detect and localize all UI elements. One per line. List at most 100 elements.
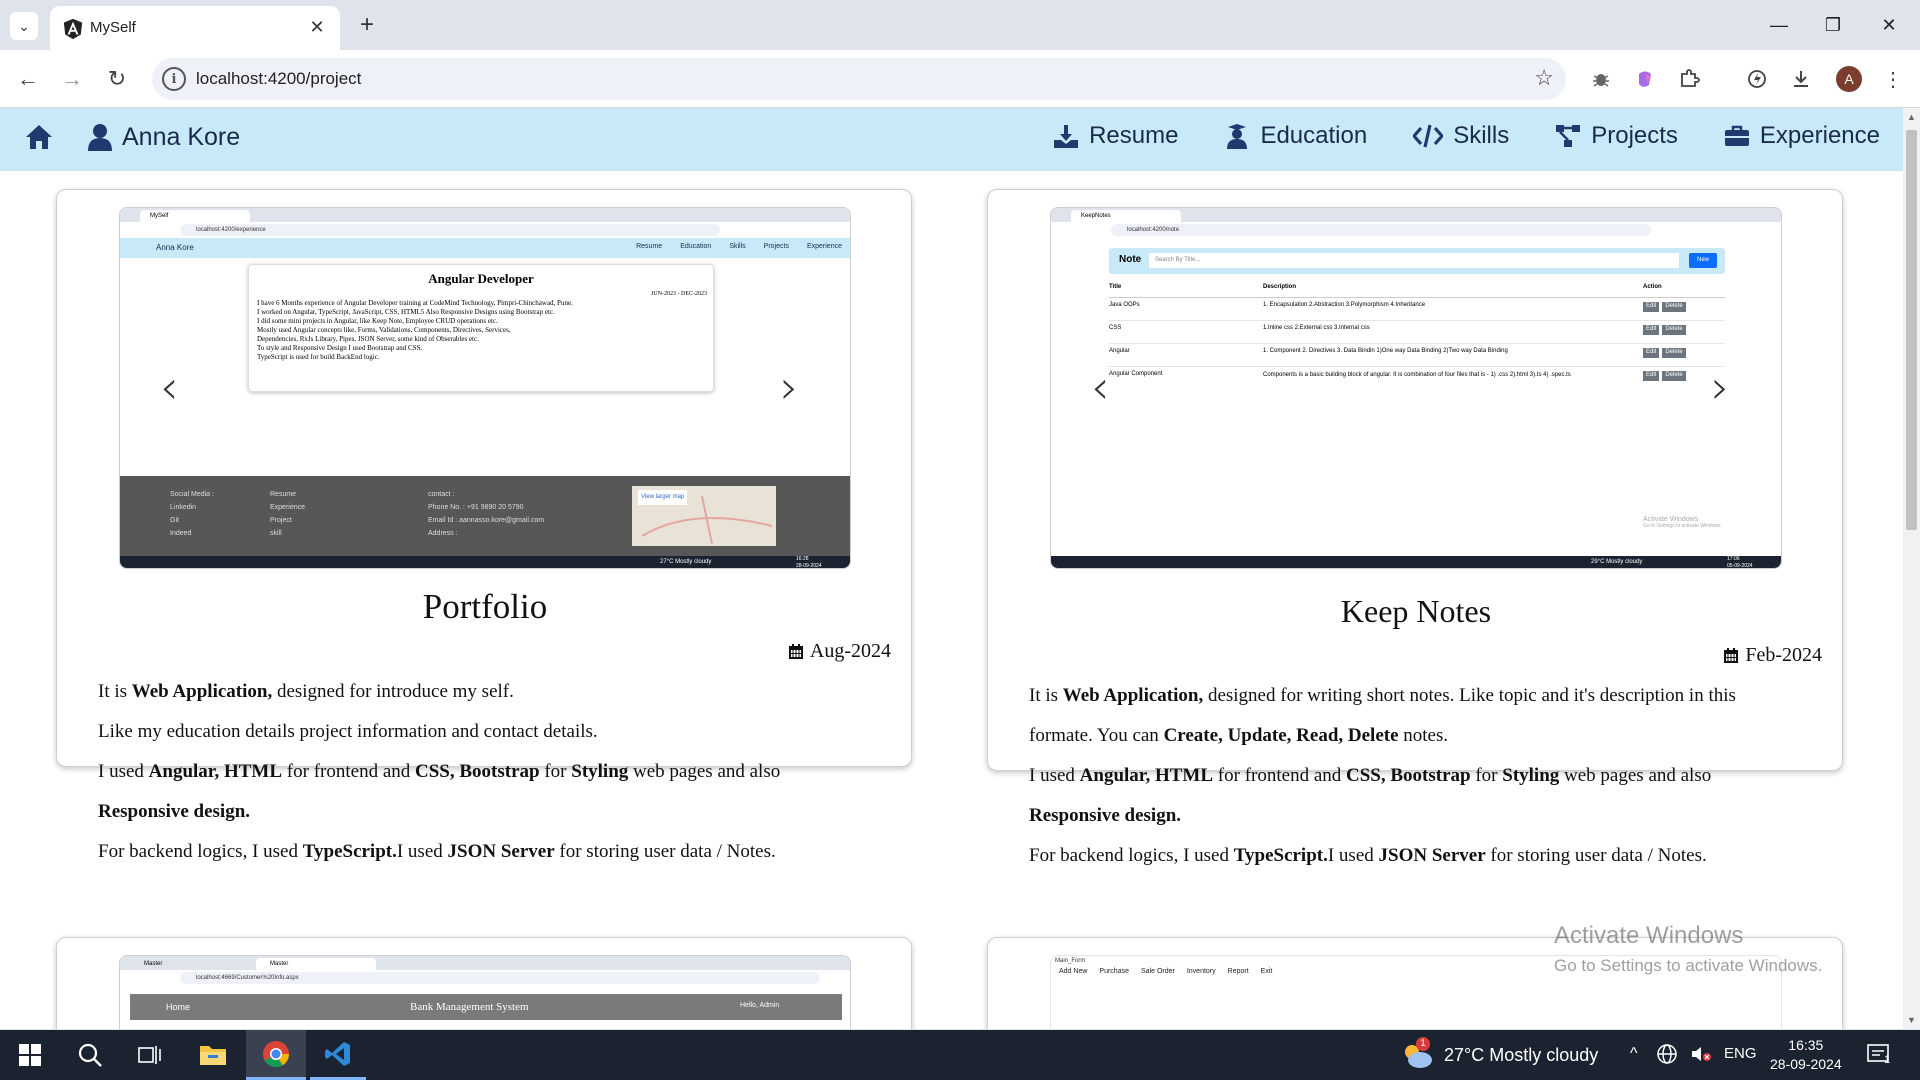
mini-url: localhost:4669/Customer%20Info.aspx: [180, 972, 820, 984]
mini-table-row: CSS 1.Inline css 2.External css 3.Intern…: [1109, 321, 1725, 344]
project-title: Keep Notes: [1340, 593, 1492, 629]
diagram-project-icon: [1556, 125, 1581, 147]
description-line: For backend logics, I used TypeScript.I …: [98, 841, 776, 862]
volume-muted-icon[interactable]: [1690, 1044, 1712, 1069]
close-window-button[interactable]: ✕: [1866, 8, 1912, 42]
clock-date: 28-09-2024: [1770, 1056, 1842, 1072]
mini-addressbar: localhost:4200/note: [1051, 222, 1781, 238]
scroll-down-arrow-icon[interactable]: ▼: [1907, 1015, 1916, 1025]
mini-search-input: Search By Title...: [1149, 253, 1679, 268]
mini-panel-title: Angular Developer: [428, 271, 534, 286]
chrome-menu-icon[interactable]: ⋮: [1880, 66, 1906, 92]
profile-avatar[interactable]: A: [1836, 66, 1862, 92]
url-text[interactable]: localhost:4200/project: [196, 69, 361, 89]
forward-button[interactable]: →: [57, 64, 87, 94]
extension-bug-icon[interactable]: [1588, 66, 1614, 92]
search-icon: [78, 1043, 102, 1067]
language-indicator[interactable]: ENG: [1724, 1045, 1757, 1062]
mini-footer-col: Resume Experience Project skill: [270, 488, 305, 540]
nav-link-skills[interactable]: Skills: [1413, 122, 1509, 150]
mini-site-nav: Anna Kore Resume Education Skills Projec…: [120, 238, 850, 258]
description-line: It is Web Application, designed for writ…: [1029, 685, 1736, 706]
mini-footer-col: contact : Phone No. : +91 9890 20 5790 E…: [428, 488, 544, 540]
vscode-taskbar-button[interactable]: [310, 1030, 366, 1080]
mini-footer: Social Media : Linkedin Git Indeed Resum…: [120, 476, 850, 556]
project-date: Aug-2024: [788, 640, 891, 663]
mini-td: Angular Component: [1109, 371, 1163, 377]
start-button[interactable]: [10, 1030, 50, 1080]
system-clock[interactable]: 16:35 28-09-2024: [1770, 1036, 1842, 1074]
mini-footer-item: Project: [270, 517, 292, 524]
task-view-icon: [138, 1046, 161, 1064]
nav-link-projects[interactable]: Projects: [1555, 122, 1678, 150]
project-screenshot-carousel: Master Master localhost:4669/Customer%20…: [119, 955, 851, 1029]
mini-menu-item: Report: [1227, 968, 1249, 975]
angular-favicon-icon: [63, 18, 83, 40]
carousel-next-button[interactable]: ›: [1711, 360, 1729, 414]
carousel-prev-button[interactable]: ‹: [1091, 360, 1109, 414]
minimize-button[interactable]: —: [1756, 8, 1802, 42]
mini-tab: Master: [144, 961, 163, 967]
search-button[interactable]: [70, 1030, 110, 1080]
mini-td: 1. Encapsulation 2.Abstraction 3.Polymor…: [1263, 302, 1426, 308]
folder-icon: [200, 1046, 226, 1065]
nav-link-resume[interactable]: Resume: [1053, 122, 1178, 150]
mini-footer-item: Address :: [428, 530, 458, 537]
address-bar[interactable]: i localhost:4200/project ☆: [152, 58, 1566, 100]
mini-notes-header: Note Search By Title... New: [1109, 248, 1725, 274]
downloads-icon[interactable]: [1788, 66, 1814, 92]
bookmark-star-icon[interactable]: ☆: [1534, 65, 1554, 91]
project-card-keep-notes: KeepNotes localhost:4200/note Note Searc…: [987, 189, 1843, 866]
tab-close-icon[interactable]: ✕: [304, 14, 330, 40]
mini-menu-item: Sale Order: [1140, 968, 1175, 975]
mini-menu-item: Inventory: [1186, 968, 1216, 975]
description-line: Responsive design.: [1029, 805, 1182, 826]
mini-panel-text: I have 6 Months experience of Angular De…: [249, 297, 713, 364]
mini-delete-btn: Delete: [1662, 325, 1686, 335]
network-globe-icon[interactable]: [1656, 1043, 1678, 1070]
mini-table-header: Title Description Action: [1109, 284, 1725, 298]
extensions-puzzle-icon[interactable]: [1676, 66, 1702, 92]
browser-tab-active[interactable]: MySelf ✕: [50, 6, 340, 50]
scroll-up-arrow-icon[interactable]: ▲: [1907, 112, 1916, 122]
brand-user-link[interactable]: Anna Kore: [88, 123, 240, 152]
watermark-line: Go to Settings to activate Windows.: [1554, 956, 1823, 975]
site-info-icon[interactable]: i: [162, 67, 186, 91]
task-view-button[interactable]: [130, 1030, 170, 1080]
mini-tabbar: KeepNotes: [1051, 208, 1781, 222]
show-hidden-icons-chevron-icon[interactable]: ^: [1630, 1045, 1638, 1063]
carousel-prev-button[interactable]: ‹: [160, 360, 178, 414]
mini-panel-line: To style and Responsive Design I used Bo…: [257, 344, 423, 352]
reload-button[interactable]: ↻: [102, 64, 132, 94]
mini-th: Title: [1109, 284, 1122, 290]
performance-icon[interactable]: [1744, 66, 1770, 92]
tab-search-button[interactable]: ⌄: [10, 12, 38, 40]
mini-date: 28-09-2024: [796, 563, 822, 569]
home-icon[interactable]: [24, 122, 54, 152]
file-explorer-button[interactable]: [190, 1030, 236, 1080]
nav-link-experience[interactable]: Experience: [1724, 122, 1880, 150]
mini-nav-link: Projects: [763, 243, 789, 250]
windows-logo-icon: [19, 1044, 41, 1066]
extension-copilot-icon[interactable]: [1632, 66, 1658, 92]
page-scrollbar[interactable]: ▲ ▼: [1903, 108, 1920, 1029]
chrome-taskbar-button[interactable]: [246, 1030, 306, 1080]
nav-link-education[interactable]: Education: [1224, 122, 1367, 150]
mini-delete-btn: Delete: [1662, 302, 1686, 312]
scrollbar-thumb[interactable]: [1906, 130, 1917, 530]
clock-time: 16:35: [1788, 1037, 1824, 1053]
back-button[interactable]: ←: [13, 64, 43, 94]
restore-button[interactable]: ❐: [1810, 8, 1856, 42]
weather-text: 27°C Mostly cloudy: [1444, 1044, 1599, 1065]
carousel-next-button[interactable]: ›: [780, 360, 798, 414]
mini-td: 1.Inline css 2.External css 3.Internal c…: [1263, 325, 1370, 331]
page-viewport: Anna Kore Resume Education Skills Projec…: [0, 108, 1920, 1029]
description-line: Responsive design.: [98, 801, 251, 822]
project-description: It is Web Application, designed for intr…: [98, 672, 878, 872]
mini-footer-item: skill: [270, 530, 282, 537]
weather-widget[interactable]: 1 27°C Mostly cloudy: [1400, 1030, 1598, 1080]
new-tab-button[interactable]: +: [352, 10, 382, 40]
mini-delete-btn: Delete: [1662, 371, 1686, 381]
notifications-icon[interactable]: 1: [1866, 1042, 1896, 1073]
mini-note-label: Note: [1119, 254, 1142, 265]
